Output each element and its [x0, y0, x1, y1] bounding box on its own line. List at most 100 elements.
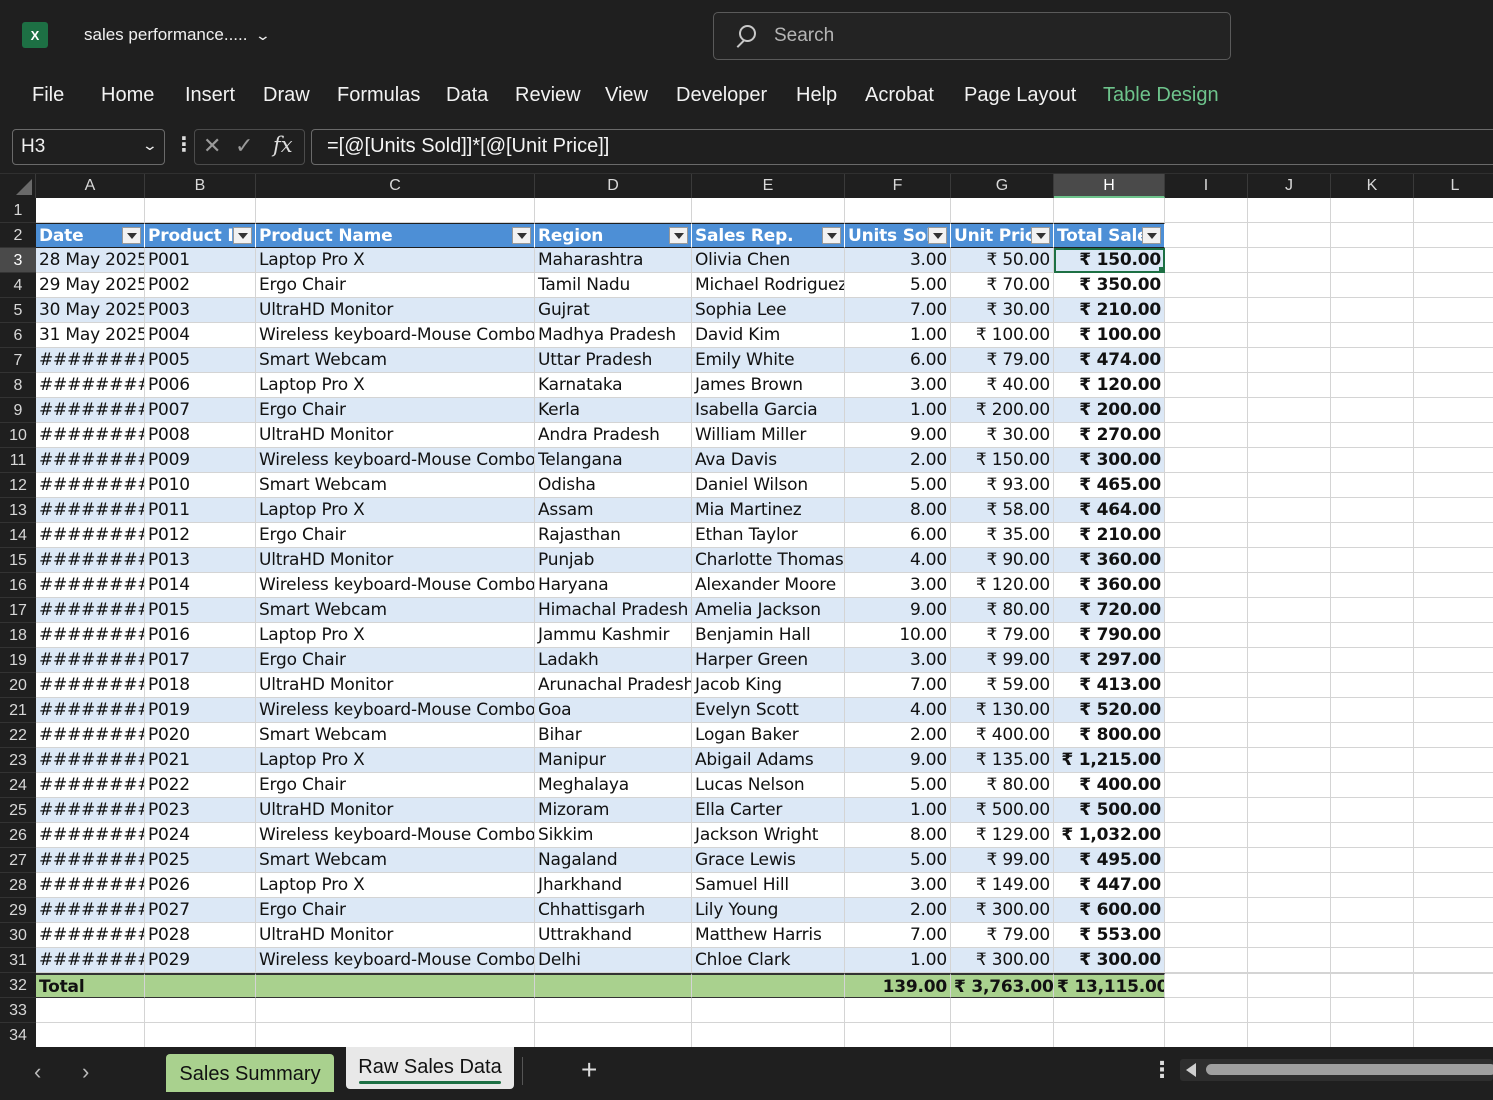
table-cell[interactable]: Sophia Lee: [692, 298, 845, 323]
table-cell[interactable]: ₹ 70.00: [951, 273, 1054, 298]
table-cell[interactable]: ₹ 99.00: [951, 648, 1054, 673]
table-cell[interactable]: Bihar: [535, 723, 692, 748]
table-header-cell[interactable]: Unit Price: [951, 223, 1054, 248]
table-cell[interactable]: Abigail Adams: [692, 748, 845, 773]
empty-cell[interactable]: [692, 198, 845, 223]
empty-cell[interactable]: [1414, 748, 1493, 773]
empty-cell[interactable]: [951, 998, 1054, 1023]
table-cell[interactable]: P006: [145, 373, 256, 398]
table-cell[interactable]: 5.00: [845, 848, 951, 873]
row-header-30[interactable]: 30: [0, 923, 36, 948]
table-cell[interactable]: ₹ 720.00: [1054, 598, 1165, 623]
empty-cell[interactable]: [1248, 823, 1331, 848]
column-header-c[interactable]: C: [256, 174, 535, 198]
empty-cell[interactable]: [1414, 648, 1493, 673]
column-header-k[interactable]: K: [1331, 174, 1414, 198]
table-header-cell[interactable]: Product ID: [145, 223, 256, 248]
empty-cell[interactable]: [1331, 673, 1414, 698]
empty-cell[interactable]: [1165, 498, 1248, 523]
filter-dropdown-icon[interactable]: [122, 227, 141, 244]
empty-cell[interactable]: [1414, 898, 1493, 923]
table-cell[interactable]: Smart Webcam: [256, 348, 535, 373]
table-cell[interactable]: P020: [145, 723, 256, 748]
table-cell[interactable]: Wireless keyboard-Mouse Combo: [256, 448, 535, 473]
empty-cell[interactable]: [1331, 598, 1414, 623]
table-cell[interactable]: Ergo Chair: [256, 523, 535, 548]
empty-cell[interactable]: [1165, 923, 1248, 948]
table-cell[interactable]: 3.00: [845, 873, 951, 898]
empty-cell[interactable]: [1248, 698, 1331, 723]
empty-cell[interactable]: [1248, 398, 1331, 423]
row-header-5[interactable]: 5: [0, 298, 36, 323]
empty-cell[interactable]: [1248, 973, 1331, 998]
empty-cell[interactable]: [1054, 998, 1165, 1023]
empty-cell[interactable]: [1248, 573, 1331, 598]
table-cell[interactable]: Wireless keyboard-Mouse Combo: [256, 948, 535, 973]
more-options-icon[interactable]: ⋮: [174, 132, 194, 157]
empty-cell[interactable]: [1414, 348, 1493, 373]
table-cell[interactable]: ₹ 59.00: [951, 673, 1054, 698]
empty-cell[interactable]: [1331, 1023, 1414, 1047]
table-cell[interactable]: Kerla: [535, 398, 692, 423]
empty-cell[interactable]: [1414, 848, 1493, 873]
table-cell[interactable]: ###########: [36, 873, 145, 898]
empty-cell[interactable]: [1331, 498, 1414, 523]
table-cell[interactable]: 10.00: [845, 623, 951, 648]
table-cell[interactable]: P017: [145, 648, 256, 673]
table-cell[interactable]: ###########: [36, 573, 145, 598]
row-header-31[interactable]: 31: [0, 948, 36, 973]
empty-cell[interactable]: [1248, 948, 1331, 973]
table-cell[interactable]: ₹ 297.00: [1054, 648, 1165, 673]
empty-cell[interactable]: [1414, 223, 1493, 248]
table-cell[interactable]: P005: [145, 348, 256, 373]
table-cell[interactable]: Mia Martinez: [692, 498, 845, 523]
table-cell[interactable]: 1.00: [845, 323, 951, 348]
table-cell[interactable]: 5.00: [845, 773, 951, 798]
menu-file[interactable]: File: [32, 84, 64, 107]
empty-cell[interactable]: [1165, 798, 1248, 823]
total-cell[interactable]: Total: [36, 973, 145, 998]
table-cell[interactable]: Laptop Pro X: [256, 248, 535, 273]
empty-cell[interactable]: [1248, 373, 1331, 398]
empty-cell[interactable]: [1331, 423, 1414, 448]
empty-cell[interactable]: [1165, 223, 1248, 248]
table-cell[interactable]: ###########: [36, 448, 145, 473]
total-cell[interactable]: [535, 973, 692, 998]
table-cell[interactable]: ###########: [36, 773, 145, 798]
table-cell[interactable]: ###########: [36, 498, 145, 523]
table-cell[interactable]: Telangana: [535, 448, 692, 473]
table-cell[interactable]: P023: [145, 798, 256, 823]
table-cell[interactable]: ₹ 413.00: [1054, 673, 1165, 698]
table-cell[interactable]: ₹ 93.00: [951, 473, 1054, 498]
column-header-f[interactable]: F: [845, 174, 951, 198]
empty-cell[interactable]: [1248, 798, 1331, 823]
column-header-d[interactable]: D: [535, 174, 692, 198]
table-cell[interactable]: Laptop Pro X: [256, 748, 535, 773]
table-cell[interactable]: 8.00: [845, 823, 951, 848]
table-cell[interactable]: ###########: [36, 373, 145, 398]
table-cell[interactable]: ###########: [36, 348, 145, 373]
empty-cell[interactable]: [1414, 398, 1493, 423]
empty-cell[interactable]: [1248, 273, 1331, 298]
empty-cell[interactable]: [1414, 773, 1493, 798]
table-cell[interactable]: Mizoram: [535, 798, 692, 823]
table-cell[interactable]: Olivia Chen: [692, 248, 845, 273]
tab-sales-summary[interactable]: Sales Summary: [166, 1054, 334, 1092]
empty-cell[interactable]: [1414, 523, 1493, 548]
row-header-22[interactable]: 22: [0, 723, 36, 748]
row-header-6[interactable]: 6: [0, 323, 36, 348]
table-cell[interactable]: ₹ 149.00: [951, 873, 1054, 898]
empty-cell[interactable]: [1248, 523, 1331, 548]
row-header-34[interactable]: 34: [0, 1023, 36, 1047]
table-cell[interactable]: ###########: [36, 423, 145, 448]
row-header-15[interactable]: 15: [0, 548, 36, 573]
empty-cell[interactable]: [1414, 298, 1493, 323]
empty-cell[interactable]: [1414, 473, 1493, 498]
empty-cell[interactable]: [1414, 273, 1493, 298]
empty-cell[interactable]: [1165, 373, 1248, 398]
table-cell[interactable]: ###########: [36, 673, 145, 698]
table-cell[interactable]: Wireless keyboard-Mouse Combo: [256, 823, 535, 848]
empty-cell[interactable]: [951, 1023, 1054, 1047]
menu-home[interactable]: Home: [101, 84, 154, 107]
empty-cell[interactable]: [1414, 673, 1493, 698]
